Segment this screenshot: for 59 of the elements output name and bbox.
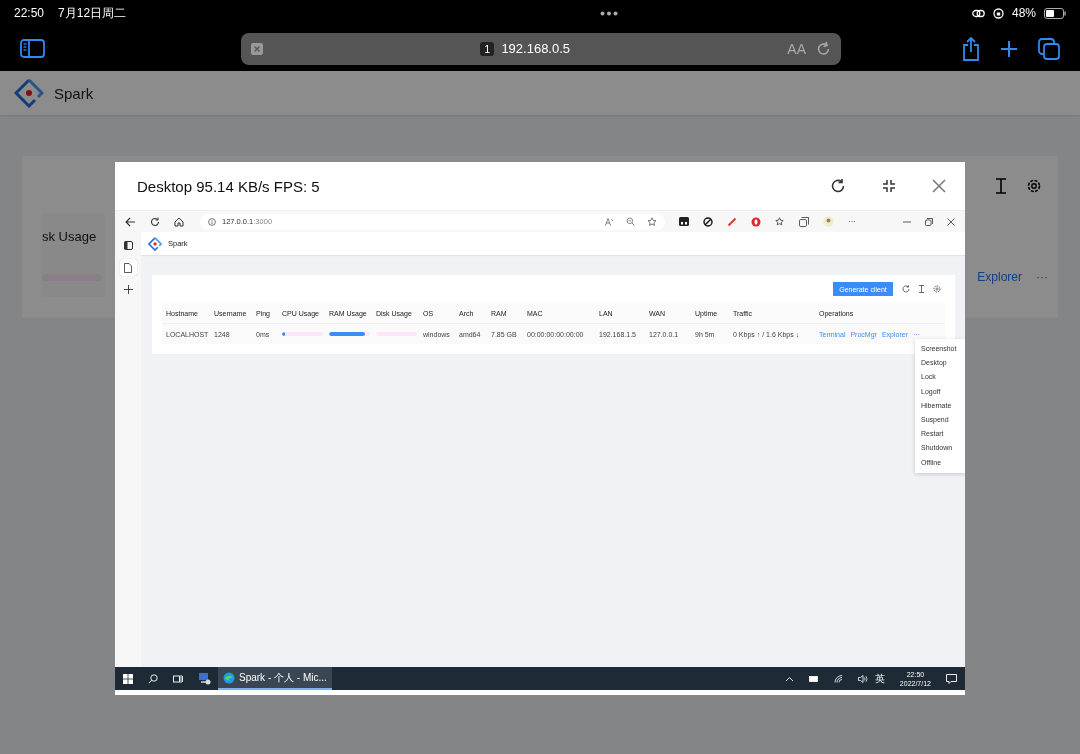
search-icon[interactable] <box>148 673 158 684</box>
page-icon <box>124 262 132 273</box>
block-icon[interactable] <box>703 216 713 227</box>
close-icon[interactable] <box>251 42 263 55</box>
taskbar-app-button[interactable]: Spark - 个人 - Mic... <box>218 667 332 690</box>
plus-icon[interactable] <box>123 285 133 294</box>
url-text: 192.168.0.5 <box>501 41 571 56</box>
windows-logo-icon[interactable] <box>123 673 133 684</box>
browser-logo-icon <box>223 671 235 684</box>
multitasking-dots-icon[interactable] <box>600 10 618 16</box>
more-button[interactable]: ··· <box>848 217 856 226</box>
text-cursor-icon[interactable] <box>918 285 925 293</box>
tabs-icon[interactable] <box>1038 37 1060 60</box>
battery-icon[interactable] <box>808 675 819 682</box>
chevron-up-icon[interactable] <box>784 675 794 682</box>
speaker-icon[interactable] <box>857 674 868 683</box>
link-icon <box>971 8 985 18</box>
settings-icon[interactable] <box>933 285 941 293</box>
back-arrow-icon[interactable] <box>125 216 136 227</box>
address-bar[interactable]: 1 192.168.0.5 AA <box>241 32 841 65</box>
reload-icon[interactable] <box>150 216 160 227</box>
wifi-icon[interactable] <box>833 674 843 683</box>
input-method-indicator[interactable]: 英 <box>874 671 885 686</box>
refresh-icon[interactable] <box>830 178 846 194</box>
reload-icon[interactable] <box>902 285 910 293</box>
close-icon[interactable] <box>947 217 955 226</box>
date-text: 7月12日周二 <box>58 4 127 22</box>
restore-icon[interactable] <box>925 217 933 226</box>
info-icon <box>208 217 216 226</box>
brand-name: Spark <box>54 84 94 102</box>
profile-icon[interactable] <box>823 216 834 227</box>
close-icon[interactable] <box>932 179 946 193</box>
fullscreen-icon[interactable] <box>882 179 896 193</box>
battery-percentage: 48% <box>1011 6 1036 20</box>
dialog-title: Desktop 95.14 KB/s FPS: 5 <box>137 177 321 195</box>
collections-icon[interactable] <box>799 216 809 227</box>
notification-icon[interactable] <box>946 673 957 684</box>
task-view-icon[interactable] <box>173 673 183 684</box>
read-aloud-icon[interactable] <box>605 217 614 226</box>
logo-icon <box>148 236 162 251</box>
tab-actions-icon[interactable] <box>123 241 133 250</box>
extension-icon[interactable] <box>679 217 689 226</box>
zoom-icon[interactable] <box>626 217 635 226</box>
favorites-icon[interactable] <box>775 216 785 227</box>
page-tab[interactable] <box>119 259 137 276</box>
settings-icon[interactable] <box>1026 178 1042 194</box>
sidebar-icon[interactable] <box>20 39 45 58</box>
column-header: sk Usage <box>42 229 98 244</box>
plus-icon[interactable] <box>1000 39 1018 58</box>
favorite-add-icon[interactable] <box>647 216 657 227</box>
logo-icon <box>14 78 44 108</box>
rotation-lock-icon <box>992 7 1004 19</box>
computer-icon[interactable] <box>198 672 211 685</box>
clock-time: 22:50 <box>14 6 45 20</box>
battery-icon <box>1044 7 1066 19</box>
share-icon[interactable] <box>962 36 980 61</box>
tab-count-badge: 1 <box>480 41 495 56</box>
text-cursor-icon[interactable] <box>994 178 1008 194</box>
home-icon[interactable] <box>174 216 184 227</box>
